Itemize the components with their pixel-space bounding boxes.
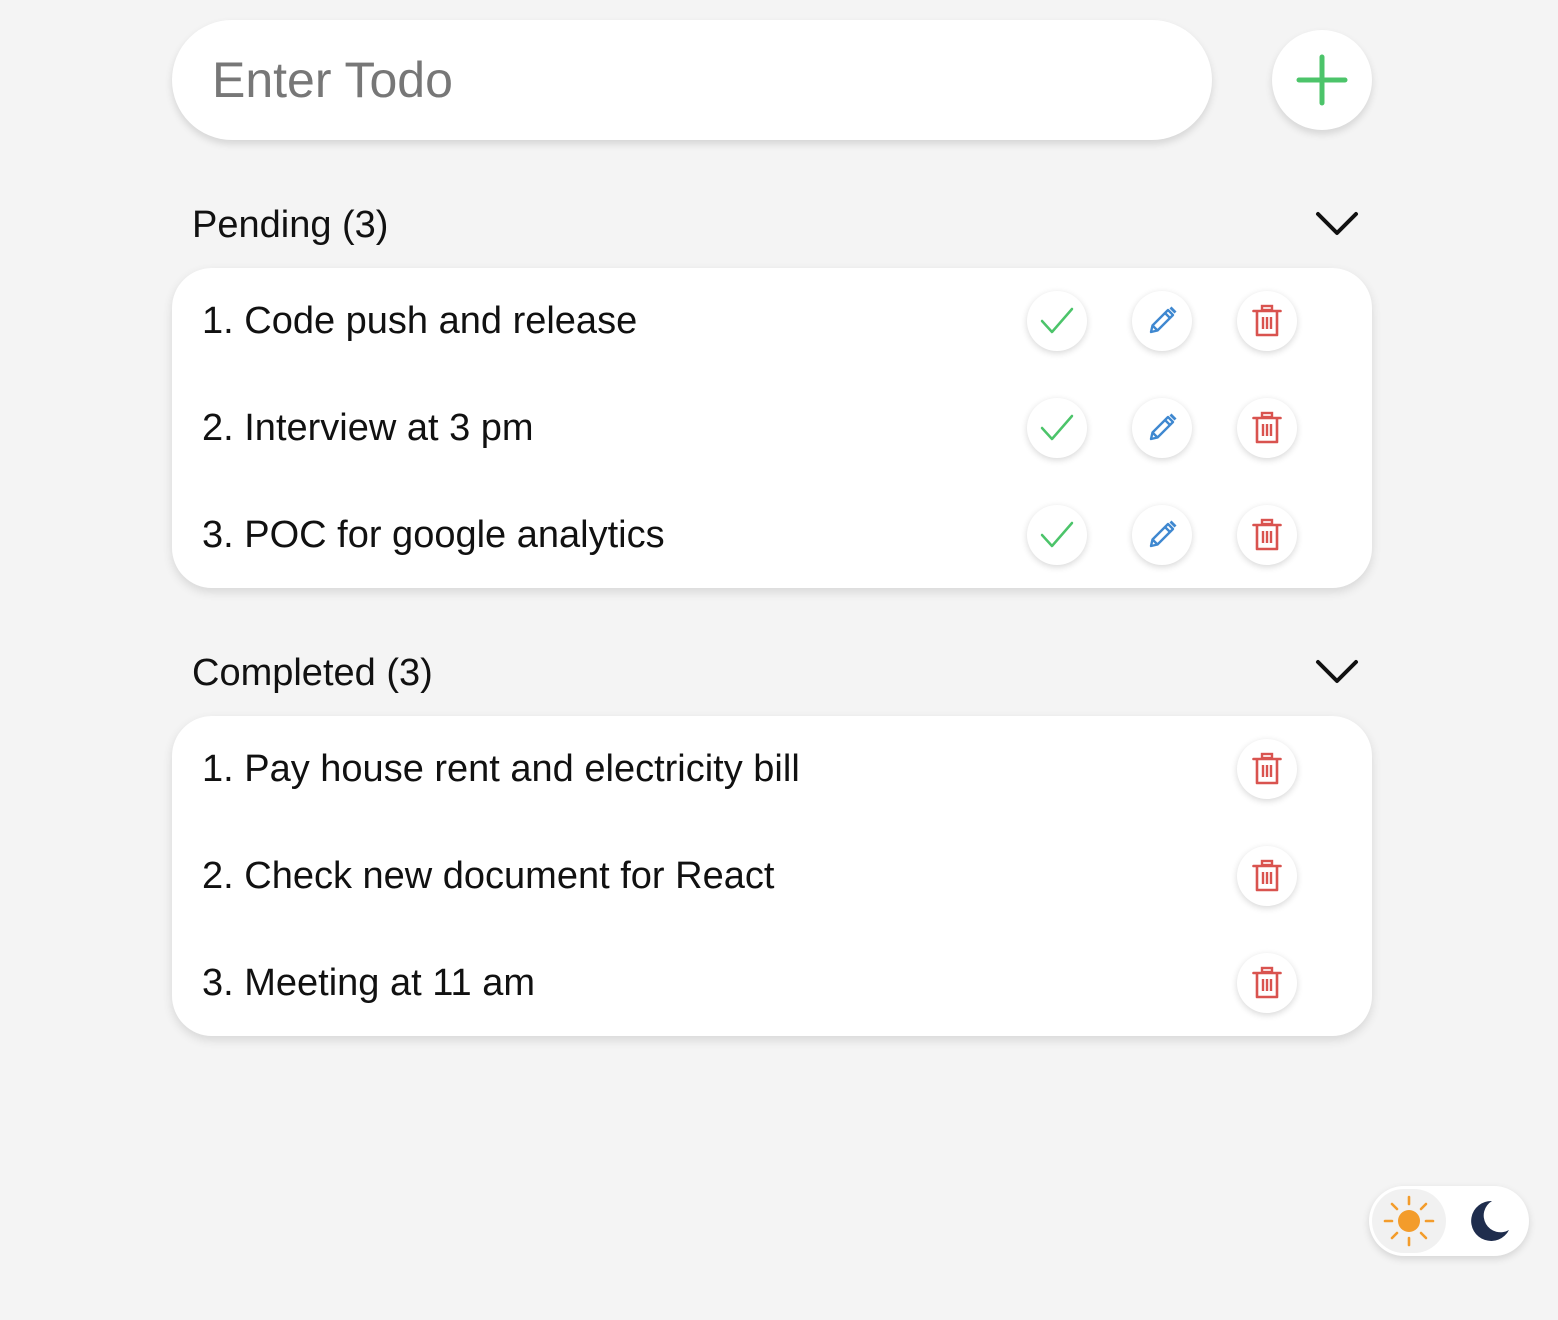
pencil-icon — [1146, 519, 1178, 551]
pending-section-header: Pending (3) — [192, 200, 1372, 250]
pending-item-text: 3. POC for google analytics — [202, 514, 665, 556]
completed-item-text: 1. Pay house rent and electricity bill — [202, 748, 800, 790]
trash-icon — [1252, 411, 1282, 445]
trash-icon — [1252, 518, 1282, 552]
complete-button[interactable] — [1027, 398, 1087, 458]
dark-mode-button[interactable] — [1452, 1189, 1526, 1253]
light-mode-button[interactable] — [1372, 1189, 1446, 1253]
trash-icon — [1252, 752, 1282, 786]
pending-item: 2. Interview at 3 pm — [172, 375, 1372, 482]
todo-input[interactable] — [172, 20, 1212, 140]
delete-button[interactable] — [1237, 505, 1297, 565]
check-icon — [1040, 521, 1074, 549]
completed-section-title: Completed (3) — [192, 652, 433, 694]
completed-item-text: 2. Check new document for React — [202, 855, 775, 897]
completed-collapse-toggle[interactable] — [1314, 652, 1360, 692]
complete-button[interactable] — [1027, 291, 1087, 351]
pencil-icon — [1146, 412, 1178, 444]
pending-list: 1. Code push and release 2. Interview at… — [172, 268, 1372, 588]
delete-button[interactable] — [1237, 291, 1297, 351]
chevron-down-icon — [1315, 658, 1359, 686]
todo-input-container — [172, 20, 1212, 140]
check-icon — [1040, 414, 1074, 442]
edit-button[interactable] — [1132, 291, 1192, 351]
trash-icon — [1252, 966, 1282, 1000]
completed-item: 2. Check new document for React — [172, 823, 1372, 930]
add-todo-button[interactable] — [1272, 30, 1372, 130]
completed-item: 1. Pay house rent and electricity bill — [172, 716, 1372, 823]
plus-icon — [1296, 54, 1348, 106]
delete-button[interactable] — [1237, 739, 1297, 799]
pending-collapse-toggle[interactable] — [1314, 204, 1360, 244]
check-icon — [1040, 307, 1074, 335]
pencil-icon — [1146, 305, 1178, 337]
pending-item-text: 1. Code push and release — [202, 300, 638, 342]
delete-button[interactable] — [1237, 398, 1297, 458]
completed-section-header: Completed (3) — [192, 648, 1372, 698]
delete-button[interactable] — [1237, 846, 1297, 906]
trash-icon — [1252, 304, 1282, 338]
delete-button[interactable] — [1237, 953, 1297, 1013]
theme-toggle — [1369, 1186, 1529, 1256]
sun-icon — [1383, 1195, 1435, 1247]
pending-item-text: 2. Interview at 3 pm — [202, 407, 534, 449]
completed-item: 3. Meeting at 11 am — [172, 930, 1372, 1037]
edit-button[interactable] — [1132, 505, 1192, 565]
pending-item: 3. POC for google analytics — [172, 482, 1372, 589]
edit-button[interactable] — [1132, 398, 1192, 458]
completed-item-text: 3. Meeting at 11 am — [202, 962, 536, 1004]
trash-icon — [1252, 859, 1282, 893]
completed-list: 1. Pay house rent and electricity bill 2… — [172, 716, 1372, 1036]
chevron-down-icon — [1315, 210, 1359, 238]
moon-icon — [1465, 1197, 1513, 1245]
complete-button[interactable] — [1027, 505, 1087, 565]
pending-section-title: Pending (3) — [192, 204, 389, 246]
pending-item: 1. Code push and release — [172, 268, 1372, 375]
